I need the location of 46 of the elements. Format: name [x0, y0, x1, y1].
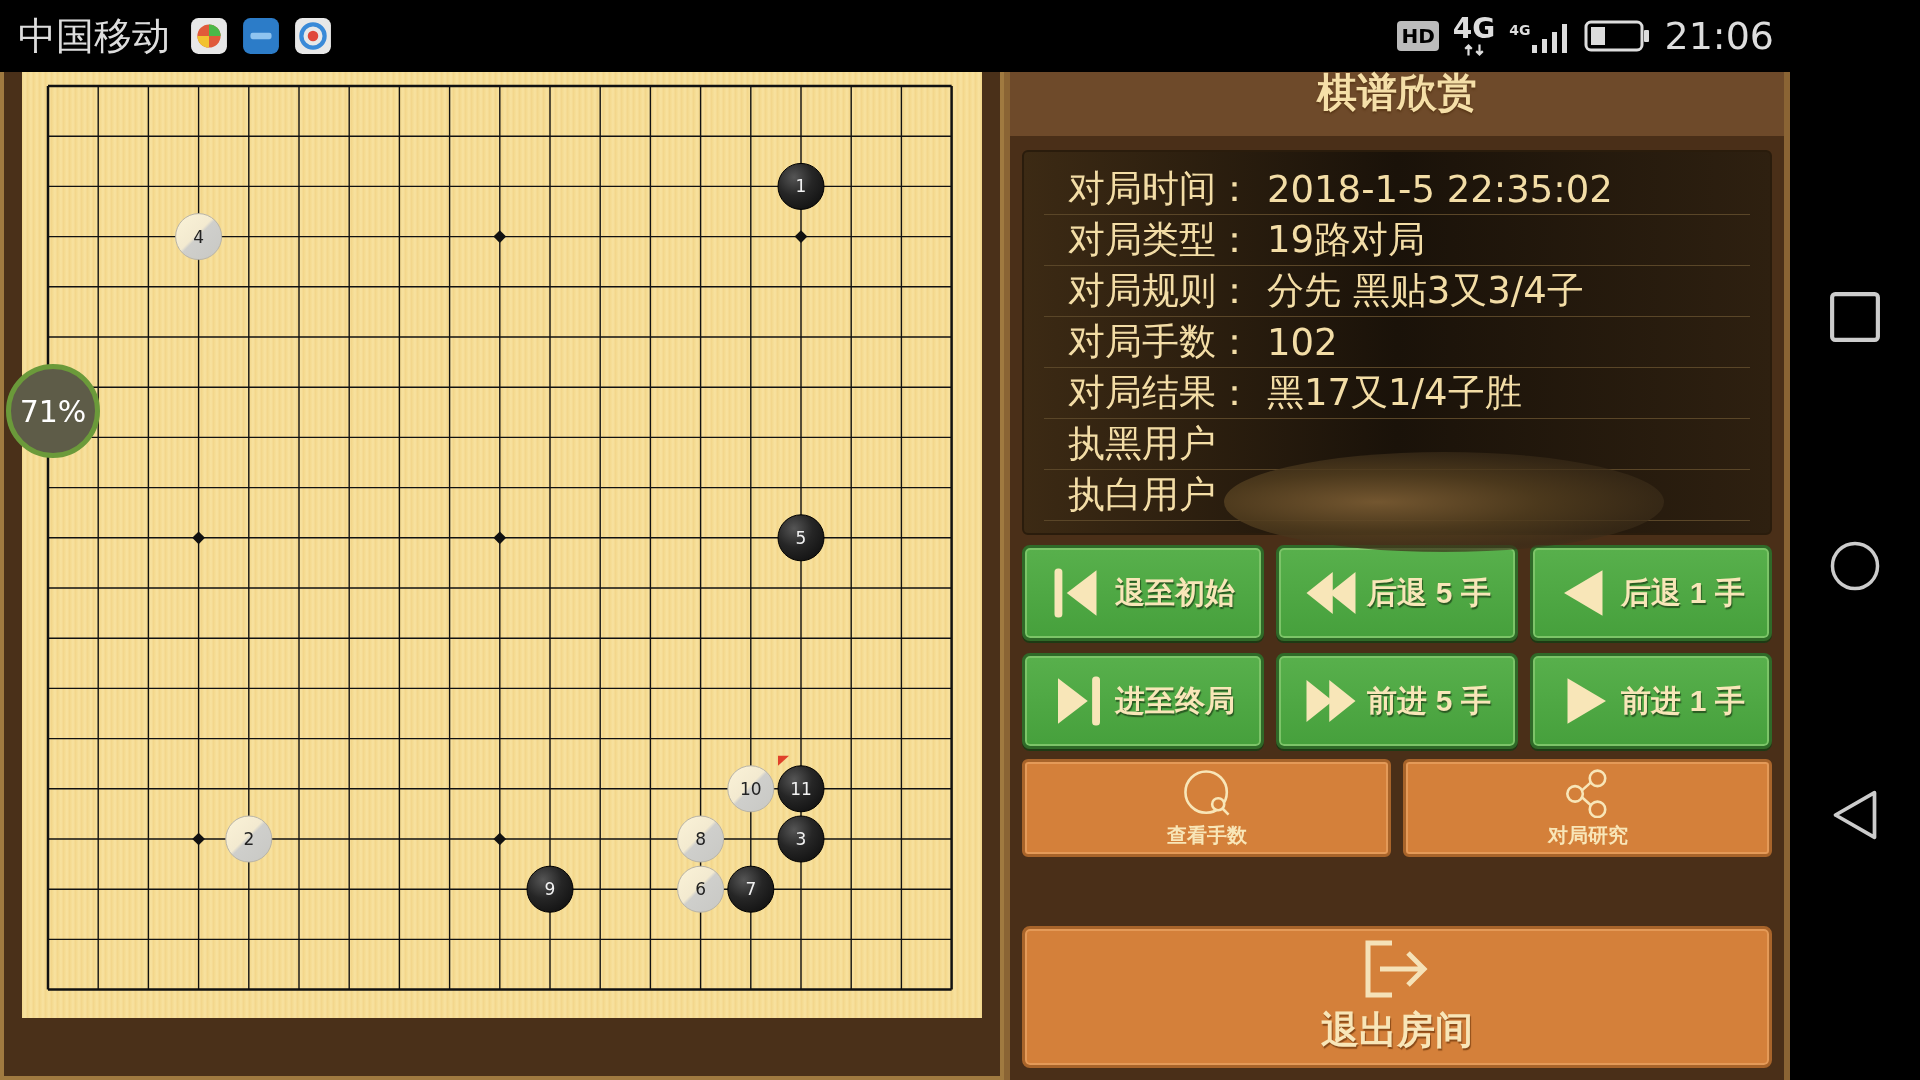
info-label: 对局时间：	[1068, 166, 1253, 212]
data-arrows-icon	[1463, 43, 1485, 57]
go-stone: 4	[175, 213, 223, 261]
playback-button[interactable]: 后退 5 手	[1276, 545, 1518, 641]
carrier-name: 中国移动	[18, 12, 170, 60]
info-value: 19路对局	[1267, 217, 1426, 263]
app-icon[interactable]	[190, 17, 228, 55]
info-label: 对局规则：	[1068, 268, 1253, 314]
go-stone: 8	[677, 815, 725, 863]
exit-room-button[interactable]: 退出房间	[1022, 926, 1772, 1068]
playback-button[interactable]: 退至初始	[1022, 545, 1264, 641]
info-label: 执黑用户	[1068, 421, 1216, 467]
go-stone: 2	[225, 815, 273, 863]
app-icon[interactable]	[294, 17, 332, 55]
tool-button[interactable]: 对局研究	[1403, 759, 1772, 857]
panel-title: 棋谱欣赏	[1010, 72, 1784, 136]
info-value: 黑17又1/4子胜	[1267, 370, 1522, 416]
battery-icon	[1584, 20, 1651, 52]
go-stone: 1	[777, 162, 825, 210]
info-value: 分先 黑贴3又3/4子	[1267, 268, 1584, 314]
playback-button[interactable]: 前进 5 手	[1276, 653, 1518, 749]
go-stone: 6	[677, 865, 725, 913]
network-type: 4G	[1452, 15, 1496, 43]
playback-button[interactable]: 前进 1 手	[1530, 653, 1772, 749]
info-value: 102	[1267, 320, 1338, 364]
network-type: 4G	[1509, 22, 1531, 38]
app-icon[interactable]	[242, 17, 280, 55]
go-stone: 3	[777, 815, 825, 863]
tool-button[interactable]: 查看手数	[1022, 759, 1391, 857]
clock-time: 21:06	[1664, 14, 1774, 58]
info-label: 对局类型：	[1068, 217, 1253, 263]
info-label: 对局结果：	[1068, 370, 1253, 416]
hd-badge: HD	[1397, 21, 1439, 51]
info-label: 执白用户	[1068, 472, 1216, 518]
go-stone: 7	[727, 865, 775, 913]
go-stone: 10	[727, 765, 775, 813]
go-stone: 5	[777, 514, 825, 562]
go-stone: 9	[526, 865, 574, 913]
home-icon[interactable]	[1829, 540, 1881, 592]
info-label: 对局手数：	[1068, 319, 1253, 365]
go-stone: 11	[777, 765, 825, 813]
playback-button[interactable]: 后退 1 手	[1530, 545, 1772, 641]
recents-icon[interactable]	[1829, 290, 1881, 343]
playback-button[interactable]: 进至终局	[1022, 653, 1264, 749]
info-value: 2018-1-5 22:35:02	[1267, 167, 1613, 211]
magnifier-icon	[1181, 767, 1232, 818]
